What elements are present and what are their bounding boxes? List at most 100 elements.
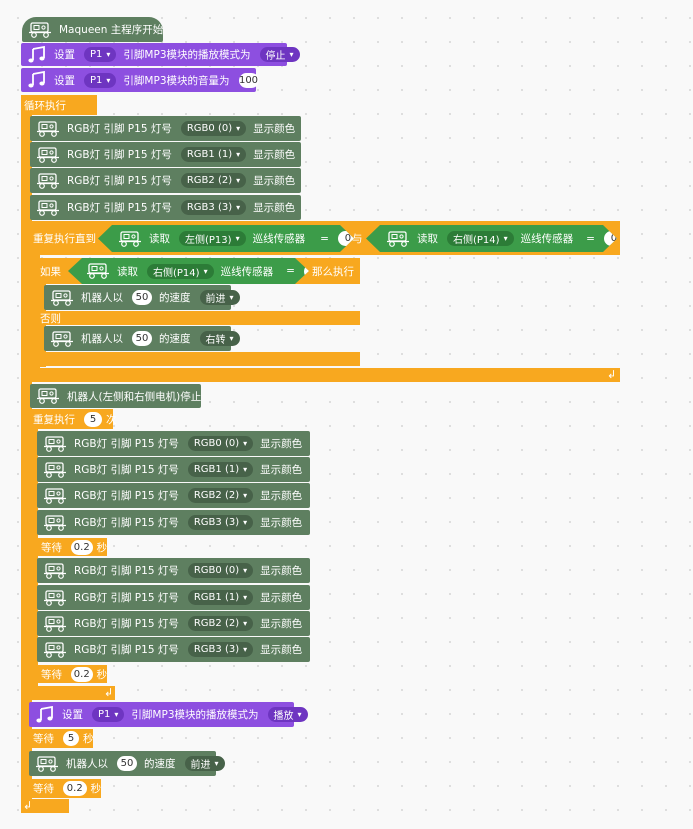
wait-block[interactable]: 等待 0.2 秒 (37, 538, 107, 556)
repeat-block-bottom (30, 686, 115, 700)
rgb-block[interactable]: RGB灯 引脚 P15 灯号 RGB3 (3) 显示颜色 (37, 510, 310, 535)
if-condition[interactable]: 读取 右侧(P14) 巡线传感器 = 0 (68, 258, 309, 284)
rgb-led-dropdown[interactable]: RGB2 (2) (180, 173, 247, 188)
wait-seconds-input[interactable]: 0.2 (71, 666, 93, 682)
main-program-start-block[interactable]: Maqueen 主程序开始 (22, 17, 163, 42)
repeat-block[interactable]: 重复执行 5 次 (30, 409, 117, 429)
mp3-mode-dropdown[interactable]: 停止 (259, 47, 300, 62)
read-label: 读取 (417, 233, 438, 245)
rgb-block[interactable]: RGB灯 引脚 P15 灯号 RGB1 (1) 显示颜色 (30, 142, 301, 167)
mp3-pin-dropdown[interactable]: P1 (84, 47, 117, 62)
rgb-block[interactable]: RGB灯 引脚 P15 灯号 RGB3 (3) 显示颜色 (37, 637, 310, 662)
left-sensor-dropdown[interactable]: 左侧(P13) (179, 231, 246, 246)
and-operator[interactable]: 与 (352, 231, 363, 245)
wait-label: 等待 (41, 668, 62, 681)
equals-condition-right[interactable]: 读取 右侧(P14) 巡线传感器 = 0 (366, 225, 617, 252)
wait-block[interactable]: 等待 5 秒 (29, 729, 94, 748)
equals-condition-left[interactable]: 读取 左侧(P13) 巡线传感器 = 0 (98, 225, 354, 252)
wait-block[interactable]: 等待 0.2 秒 (29, 779, 101, 798)
move-forward-block[interactable]: 机器人以 50 的速度 前进 (29, 751, 225, 776)
speed-input[interactable]: 50 (132, 290, 152, 305)
repeat-count-input[interactable]: 5 (84, 411, 102, 427)
robot-icon (36, 388, 60, 404)
rgb-label: RGB灯 引脚 P15 灯号 (67, 149, 172, 161)
mp3-volume-input[interactable]: 100 (238, 72, 259, 88)
rgb-block[interactable]: RGB灯 引脚 P15 灯号 RGB2 (2) 显示颜色 (30, 168, 301, 193)
robot-icon (50, 331, 74, 347)
mp3-pin-dropdown[interactable]: P1 (84, 72, 117, 88)
robot-icon (118, 231, 142, 247)
robot-icon (35, 756, 59, 772)
mp3-volume-block[interactable]: 设置 P1 引脚MP3模块的音量为 100 (21, 68, 259, 92)
rgb-block[interactable]: RGB灯 引脚 P15 灯号 RGB2 (2) 显示颜色 (37, 483, 310, 508)
rgb-led-dropdown[interactable]: RGB2 (2) (187, 616, 254, 631)
right-sensor-dropdown[interactable]: 右侧(P14) (147, 264, 214, 279)
read-label: 读取 (149, 233, 170, 245)
mp3-mode-label: 引脚MP3模块的播放模式为 (131, 709, 259, 721)
rgb-block[interactable]: RGB灯 引脚 P15 灯号 RGB1 (1) 显示颜色 (37, 457, 310, 482)
robot-icon (43, 462, 67, 478)
wait-seconds-input[interactable]: 0.2 (71, 539, 93, 555)
mp3-mode-label: 引脚MP3模块的播放模式为 (123, 49, 251, 61)
direction-dropdown[interactable]: 前进 (184, 756, 225, 771)
rgb-show-label: 显示颜色 (260, 644, 303, 656)
rgb-label: RGB灯 引脚 P15 灯号 (67, 202, 172, 214)
else-frame (37, 311, 360, 325)
rgb-block[interactable]: RGB灯 引脚 P15 灯号 RGB3 (3) 显示颜色 (30, 195, 301, 220)
if-block[interactable]: 如果 (37, 258, 66, 284)
rgb-block[interactable]: RGB灯 引脚 P15 灯号 RGB0 (0) 显示颜色 (37, 431, 310, 456)
wait-label: 等待 (41, 541, 62, 554)
music-note-icon (27, 71, 47, 89)
direction-dropdown[interactable]: 右转 (199, 331, 240, 346)
mp3-pin-dropdown[interactable]: P1 (92, 707, 125, 722)
wait-label: 等待 (33, 733, 54, 745)
mp3-set-label: 设置 (54, 49, 75, 61)
rgb-led-dropdown[interactable]: RGB2 (2) (187, 488, 254, 503)
rgb-led-dropdown[interactable]: RGB1 (1) (187, 590, 254, 605)
rgb-label: RGB灯 引脚 P15 灯号 (74, 644, 179, 656)
rgb-block[interactable]: RGB灯 引脚 P15 灯号 RGB1 (1) 显示颜色 (37, 585, 310, 610)
speed-input[interactable]: 50 (132, 331, 152, 346)
rgb-block[interactable]: RGB灯 引脚 P15 灯号 RGB0 (0) 显示颜色 (37, 558, 310, 583)
wait-unit-label: 秒 (90, 783, 102, 795)
mp3-play-mode-block[interactable]: 设置 P1 引脚MP3模块的播放模式为 播放 (29, 702, 308, 727)
rgb-block[interactable]: RGB灯 引脚 P15 灯号 RGB0 (0) 显示颜色 (30, 116, 301, 141)
loop-block[interactable]: 循环执行 (21, 95, 71, 115)
rgb-led-dropdown[interactable]: RGB1 (1) (180, 147, 247, 162)
move-forward-block[interactable]: 机器人以 50 的速度 前进 (44, 285, 240, 310)
robot-icon (36, 147, 60, 163)
robot-icon (43, 642, 67, 658)
rgb-led-dropdown[interactable]: RGB1 (1) (187, 462, 254, 477)
then-label-wrap: 那么执行 (312, 258, 354, 284)
mp3-play-mode-block[interactable]: 设置 P1 引脚MP3模块的播放模式为 停止 (21, 43, 300, 66)
robot-stop-block[interactable]: 机器人(左侧和右侧电机)停止 (30, 384, 201, 408)
wait-block[interactable]: 等待 0.2 秒 (37, 665, 107, 683)
right-sensor-dropdown[interactable]: 右侧(P14) (447, 231, 514, 246)
repeat-until-block[interactable]: 重复执行直到 (30, 224, 101, 252)
rgb-led-dropdown[interactable]: RGB0 (0) (187, 563, 254, 578)
move-label: 机器人以 (66, 758, 108, 770)
if-label: 如果 (40, 265, 61, 278)
move-turn-block[interactable]: 机器人以 50 的速度 右转 (44, 326, 240, 351)
rgb-led-dropdown[interactable]: RGB0 (0) (180, 121, 247, 136)
speed-input[interactable]: 50 (117, 756, 137, 771)
equals-sign: = (320, 232, 329, 245)
direction-dropdown[interactable]: 前进 (199, 290, 240, 305)
wait-seconds-input[interactable]: 0.2 (63, 781, 87, 796)
loop-label: 循环执行 (24, 99, 66, 112)
rgb-block[interactable]: RGB灯 引脚 P15 灯号 RGB2 (2) 显示颜色 (37, 611, 310, 636)
rgb-led-dropdown[interactable]: RGB0 (0) (187, 436, 254, 451)
speed-label: 的速度 (159, 292, 191, 304)
if-block-bottom (37, 352, 360, 366)
move-label: 机器人以 (81, 292, 123, 304)
rgb-led-dropdown[interactable]: RGB3 (3) (187, 642, 254, 657)
rgb-label: RGB灯 引脚 P15 灯号 (74, 565, 179, 577)
rgb-led-dropdown[interactable]: RGB3 (3) (180, 200, 247, 215)
rgb-led-dropdown[interactable]: RGB3 (3) (187, 515, 254, 530)
mp3-set-label: 设置 (54, 74, 75, 87)
loop-return-icon: ↲ (23, 799, 33, 812)
equals-sign: = (586, 232, 595, 245)
mp3-mode-dropdown[interactable]: 播放 (267, 707, 308, 722)
wait-seconds-input[interactable]: 5 (63, 731, 79, 746)
rgb-label: RGB灯 引脚 P15 灯号 (67, 123, 172, 135)
